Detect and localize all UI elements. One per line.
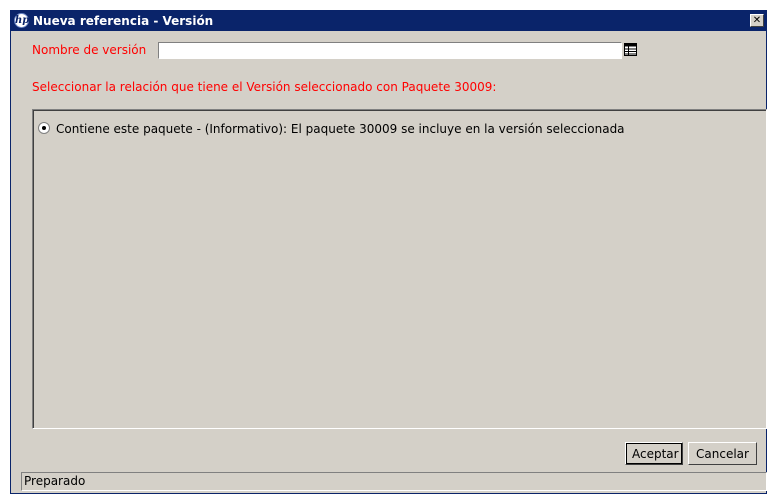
accept-button[interactable]: Aceptar — [625, 442, 683, 465]
cancel-button[interactable]: Cancelar — [688, 442, 757, 465]
hp-logo-icon: hp — [14, 13, 29, 28]
status-bar: Preparado — [21, 472, 767, 491]
dialog-window: hp Nueva referencia - Versión ✕ Nombre d… — [10, 10, 767, 494]
window-title: Nueva referencia - Versión — [33, 14, 214, 28]
close-icon: ✕ — [752, 15, 762, 26]
relation-option-label: Contiene este paquete - (Informativo): E… — [56, 122, 625, 136]
version-name-input[interactable] — [158, 42, 622, 59]
radio-selected-dot — [42, 126, 46, 130]
list-picker-icon[interactable] — [624, 43, 637, 56]
status-text: Preparado — [24, 474, 86, 488]
app-logo-glyph: hp — [15, 15, 30, 26]
radio-button[interactable] — [38, 122, 50, 134]
relation-options-inner: Contiene este paquete - (Informativo): E… — [33, 110, 766, 428]
relation-options-panel: Contiene este paquete - (Informativo): E… — [32, 109, 767, 429]
relation-prompt: Seleccionar la relación que tiene el Ver… — [32, 80, 497, 94]
close-button[interactable]: ✕ — [750, 14, 764, 27]
title-bar[interactable]: hp Nueva referencia - Versión ✕ — [11, 11, 766, 31]
version-name-label: Nombre de versión — [32, 43, 147, 57]
